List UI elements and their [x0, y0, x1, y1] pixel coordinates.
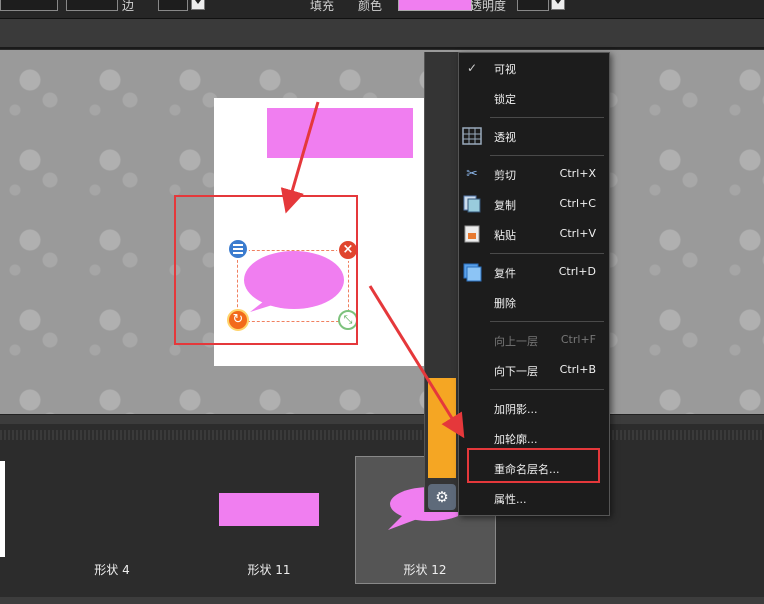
arrow-to-rename: [368, 285, 465, 439]
arrow-to-shape: [280, 101, 320, 214]
annotation-arrows: [280, 101, 465, 439]
